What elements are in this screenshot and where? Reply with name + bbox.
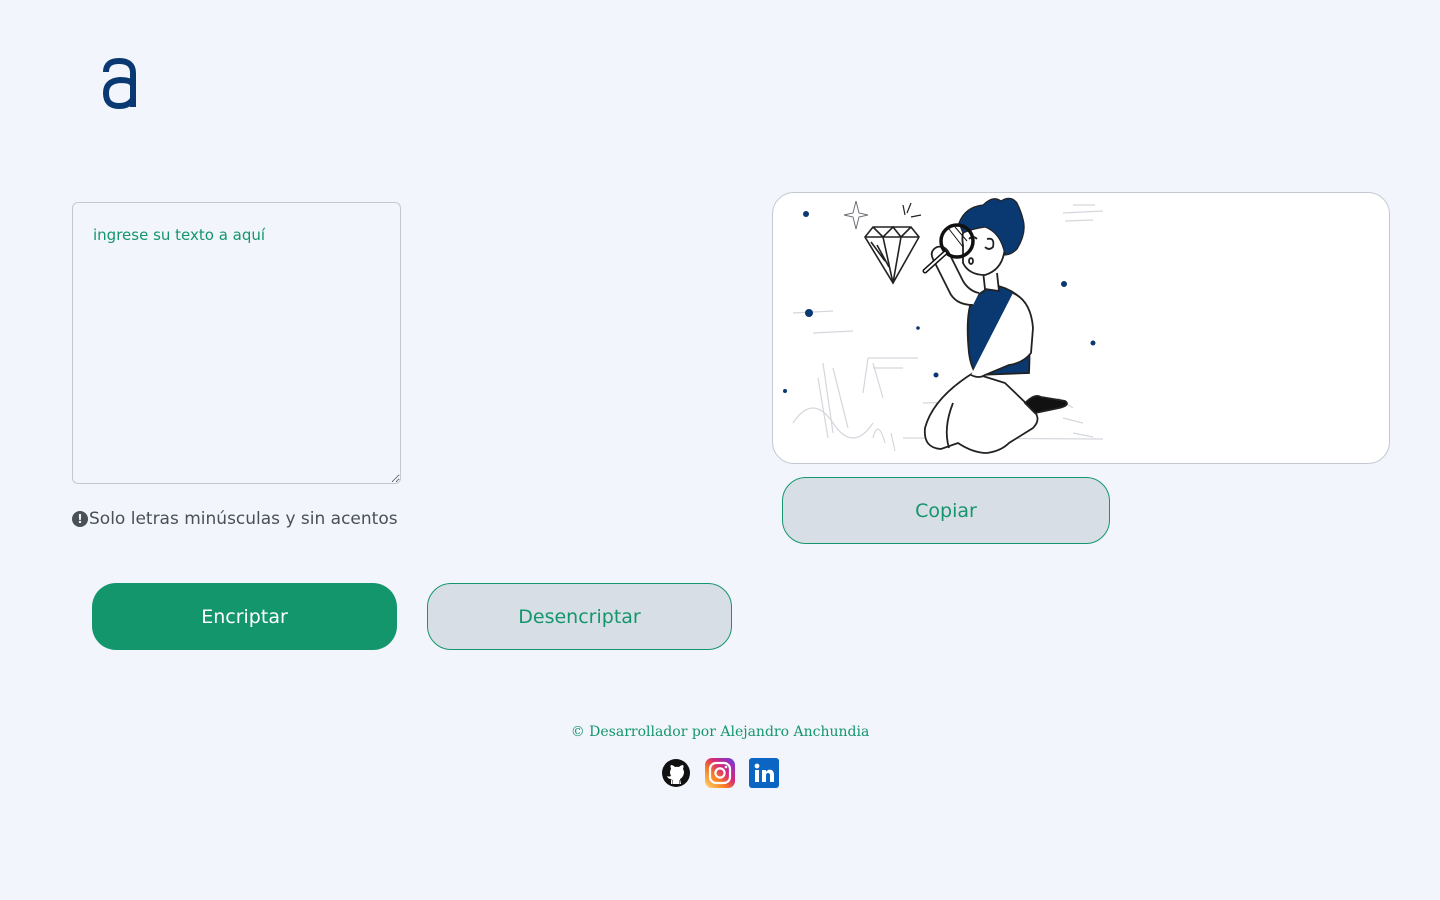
page: ! Solo letras minúsculas y sin acentos E… — [0, 0, 1440, 900]
social-links — [0, 758, 1440, 788]
linkedin-link[interactable] — [749, 758, 779, 788]
alura-logo-icon — [102, 57, 136, 110]
resize-handle-icon[interactable] — [773, 193, 781, 201]
input-hint: ! Solo letras minúsculas y sin acentos — [72, 509, 398, 529]
text-input[interactable] — [72, 202, 401, 484]
logo[interactable] — [100, 52, 140, 112]
illustration-person-searching-icon — [783, 197, 1104, 454]
copy-button[interactable]: Copiar — [782, 477, 1110, 544]
output-box[interactable] — [772, 192, 1390, 464]
linkedin-icon — [749, 758, 779, 788]
hint-text: Solo letras minúsculas y sin acentos — [89, 509, 398, 529]
github-icon — [662, 759, 690, 787]
instagram-link[interactable] — [705, 758, 735, 788]
instagram-icon — [705, 758, 735, 788]
footer: © Desarrollador por Alejandro Anchundia — [0, 724, 1440, 788]
encrypt-button[interactable]: Encriptar — [92, 583, 397, 650]
decrypt-button[interactable]: Desencriptar — [427, 583, 732, 650]
exclamation-circle-icon: ! — [72, 511, 88, 527]
github-link[interactable] — [661, 758, 691, 788]
footer-credit: © Desarrollador por Alejandro Anchundia — [570, 724, 870, 740]
